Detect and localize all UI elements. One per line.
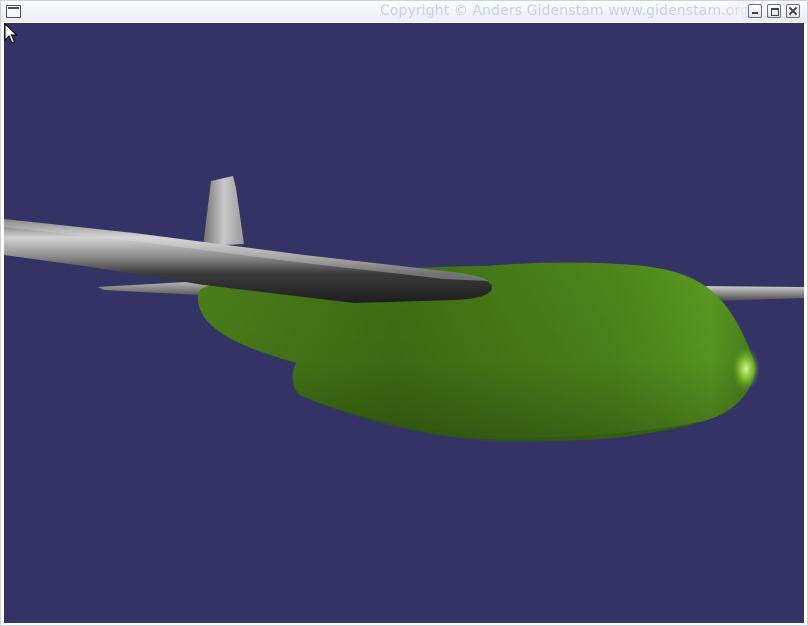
window-menu-icon[interactable] — [6, 5, 21, 18]
gl-viewport[interactable] — [4, 23, 804, 623]
aircraft-render — [4, 176, 804, 443]
close-button[interactable] — [786, 4, 800, 18]
tail-fin — [203, 176, 244, 246]
window-title: Copyright © Anders Gidenstam www.gidenst… — [380, 3, 749, 19]
nose-highlight — [732, 347, 760, 391]
maximize-button[interactable] — [767, 4, 781, 18]
app-window: Copyright © Anders Gidenstam www.gidenst… — [0, 0, 808, 626]
minimize-button[interactable] — [748, 4, 762, 18]
title-bar[interactable]: Copyright © Anders Gidenstam www.gidenst… — [1, 1, 807, 22]
pointer-arrow-icon — [4, 23, 18, 44]
